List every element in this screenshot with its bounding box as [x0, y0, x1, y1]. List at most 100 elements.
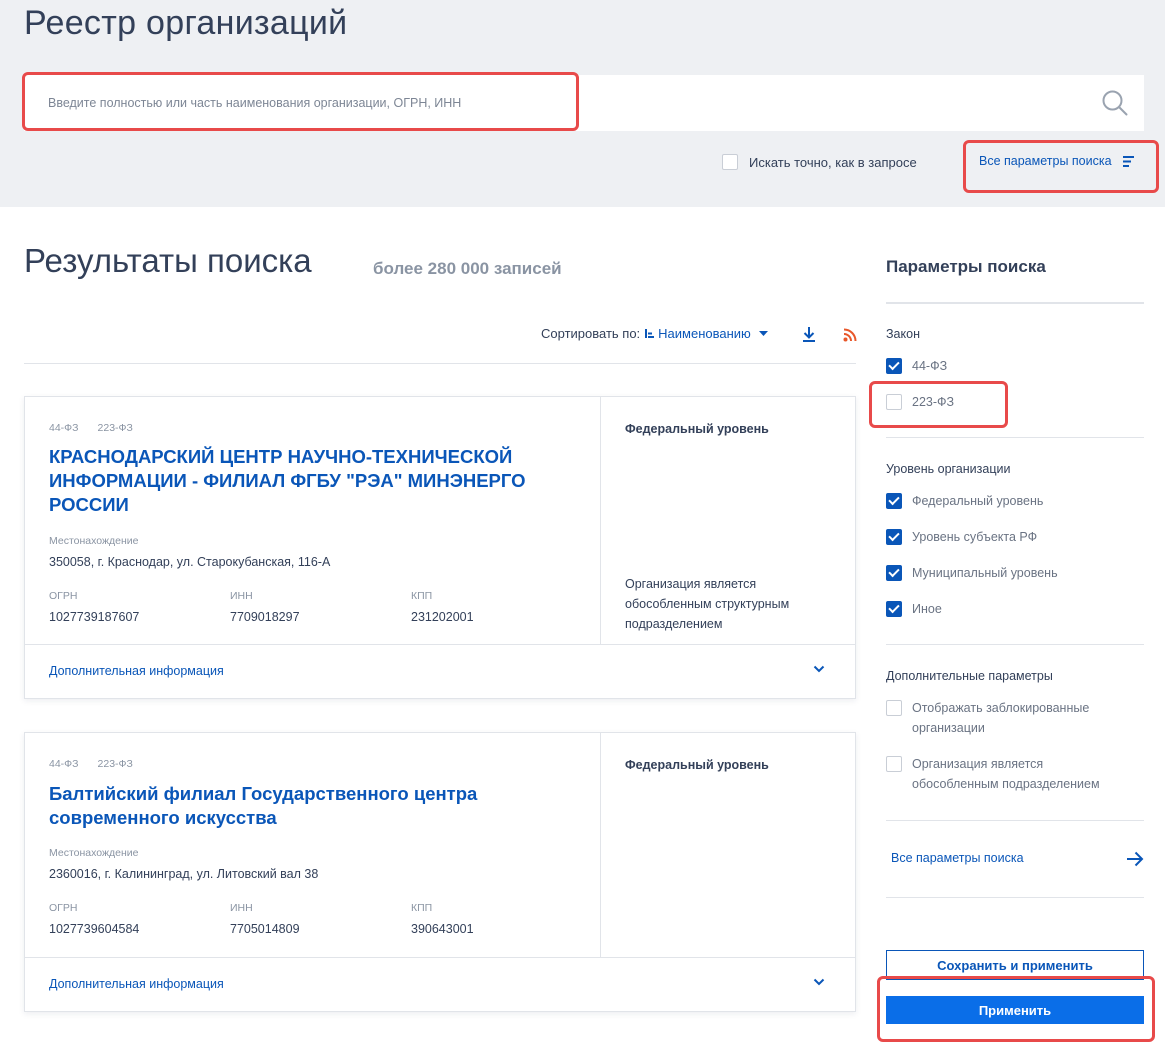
law-tag: 44-ФЗ — [49, 422, 79, 434]
extra-group-title: Дополнительные параметры — [886, 669, 1053, 683]
level-option-municipal[interactable]: Муниципальный уровень — [886, 563, 1058, 583]
sort-label: Сортировать по: — [541, 326, 641, 341]
ogrn-value: 1027739187607 — [49, 610, 140, 624]
rss-button[interactable] — [843, 328, 857, 347]
ogrn-label: ОГРН — [49, 590, 78, 602]
rss-icon — [843, 328, 857, 342]
level-option-other[interactable]: Иное — [886, 599, 942, 619]
law-tag: 223-ФЗ — [97, 422, 133, 434]
save-apply-button[interactable]: Сохранить и применить — [886, 950, 1144, 980]
kpp-value: 390643001 — [411, 922, 474, 936]
org-card-side: Федеральный уровень Организация является… — [600, 397, 855, 644]
option-label: 44-ФЗ — [912, 359, 948, 373]
exact-search-checkbox[interactable] — [722, 154, 738, 170]
all-params-link[interactable]: Все параметры поиска — [979, 154, 1135, 168]
option-label: Отображать заблокированные организации — [912, 698, 1089, 738]
extra-checkbox[interactable] — [886, 700, 902, 716]
option-label: Уровень субъекта РФ — [912, 530, 1038, 544]
sort-value: Наименованию — [658, 326, 751, 341]
sort-icon — [645, 329, 655, 338]
inn-label: ИНН — [230, 590, 253, 602]
org-note-line: обособленным структурным — [625, 597, 790, 611]
option-line: обособленным подразделением — [912, 777, 1100, 791]
option-label: 223-ФЗ — [912, 395, 955, 409]
chevron-down-icon — [813, 978, 825, 986]
search-box — [24, 75, 1144, 131]
option-label: Организация является обособленным подраз… — [912, 754, 1100, 794]
results-divider — [24, 363, 856, 364]
panel-divider — [886, 820, 1144, 821]
law-option-44[interactable]: 44-ФЗ — [886, 356, 947, 376]
law-tags: 44-ФЗ 223-ФЗ — [49, 422, 133, 434]
search-button[interactable] — [1098, 87, 1132, 119]
extra-option-separate[interactable]: Организация является обособленным подраз… — [886, 754, 1100, 794]
search-input[interactable] — [24, 75, 1084, 131]
level-option-subject[interactable]: Уровень субъекта РФ — [886, 527, 1037, 547]
level-group-title: Уровень организации — [886, 462, 1011, 476]
panel-divider — [886, 897, 1144, 898]
results-count: более 280 000 записей — [373, 259, 562, 278]
level-checkbox[interactable] — [886, 493, 902, 509]
level-option-federal[interactable]: Федеральный уровень — [886, 491, 1043, 511]
law-checkbox-223[interactable] — [886, 394, 902, 410]
header-area: Реестр организаций Искать точно, как в з… — [0, 0, 1165, 207]
all-params-label: Все параметры поиска — [979, 154, 1112, 168]
results-title: Результаты поиска — [24, 242, 312, 279]
apply-button[interactable]: Применить — [886, 996, 1144, 1024]
option-label: Иное — [912, 602, 942, 616]
law-group-title: Закон — [886, 327, 920, 341]
org-level: Федеральный уровень — [625, 422, 769, 436]
option-line: Отображать заблокированные — [912, 701, 1090, 715]
more-info-toggle[interactable]: Дополнительная информация — [25, 644, 855, 698]
kpp-value: 231202001 — [411, 610, 474, 624]
level-checkbox[interactable] — [886, 565, 902, 581]
panel-divider — [886, 302, 1144, 304]
org-name-line: РОССИИ — [49, 494, 129, 515]
org-card-main: 44-ФЗ 223-ФЗ КРАСНОДАРСКИЙ ЦЕНТР НАУЧНО-… — [25, 397, 600, 644]
option-line: Организация является — [912, 757, 1044, 771]
kpp-label: КПП — [411, 902, 433, 914]
more-info-label: Дополнительная информация — [49, 664, 224, 678]
org-card-main: 44-ФЗ 223-ФЗ Балтийский филиал Государст… — [25, 733, 600, 957]
org-card: 44-ФЗ 223-ФЗ Балтийский филиал Государст… — [24, 732, 856, 1012]
org-card: 44-ФЗ 223-ФЗ КРАСНОДАРСКИЙ ЦЕНТР НАУЧНО-… — [24, 396, 856, 699]
law-checkbox-44[interactable] — [886, 358, 902, 374]
law-tags: 44-ФЗ 223-ФЗ — [49, 758, 133, 770]
ogrn-value: 1027739604584 — [49, 922, 140, 936]
inn-value: 7709018297 — [230, 610, 300, 624]
law-tag: 223-ФЗ — [97, 758, 133, 770]
filter-lines-icon — [1122, 155, 1134, 167]
option-label: Муниципальный уровень — [912, 566, 1058, 580]
org-name-link[interactable]: КРАСНОДАРСКИЙ ЦЕНТР НАУЧНО-ТЕХНИЧЕСКОЙ И… — [49, 445, 526, 517]
more-info-toggle[interactable]: Дополнительная информация — [25, 957, 855, 1011]
exact-search-toggle[interactable]: Искать точно, как в запросе — [722, 154, 917, 170]
extra-checkbox[interactable] — [886, 756, 902, 772]
option-line: организации — [912, 721, 985, 735]
option-label: Федеральный уровень — [912, 494, 1044, 508]
sort-control: Сортировать по: Наименованию — [541, 326, 768, 341]
level-checkbox[interactable] — [886, 601, 902, 617]
panel-divider — [886, 437, 1144, 438]
org-name-line: ИНФОРМАЦИИ - ФИЛИАЛ ФГБУ "РЭА" МИНЭНЕРГО — [49, 470, 526, 491]
chevron-down-icon — [813, 665, 825, 673]
all-params-bottom-link[interactable]: Все параметры поиска — [891, 851, 1024, 865]
download-button[interactable] — [801, 326, 817, 347]
kpp-label: КПП — [411, 590, 433, 602]
extra-option-blocked[interactable]: Отображать заблокированные организации — [886, 698, 1089, 738]
org-name-line: современного искусства — [49, 807, 277, 828]
org-card-side: Федеральный уровень — [600, 733, 855, 957]
page-title: Реестр организаций — [24, 4, 348, 42]
exact-search-label: Искать точно, как в запросе — [749, 154, 917, 170]
location-value: 350058, г. Краснодар, ул. Старокубанская… — [49, 555, 331, 569]
sort-dropdown[interactable]: Наименованию — [645, 326, 768, 341]
org-name-line: Балтийский филиал Государственного центр… — [49, 783, 478, 804]
caret-down-icon — [758, 331, 768, 336]
level-checkbox[interactable] — [886, 529, 902, 545]
org-note-line: Организация является — [625, 577, 757, 591]
org-name-link[interactable]: Балтийский филиал Государственного центр… — [49, 782, 477, 830]
location-label: Местонахождение — [49, 535, 139, 547]
law-option-223[interactable]: 223-ФЗ — [886, 392, 954, 412]
law-tag: 44-ФЗ — [49, 758, 79, 770]
download-icon — [803, 327, 815, 342]
arrow-right-icon[interactable] — [1126, 851, 1144, 867]
